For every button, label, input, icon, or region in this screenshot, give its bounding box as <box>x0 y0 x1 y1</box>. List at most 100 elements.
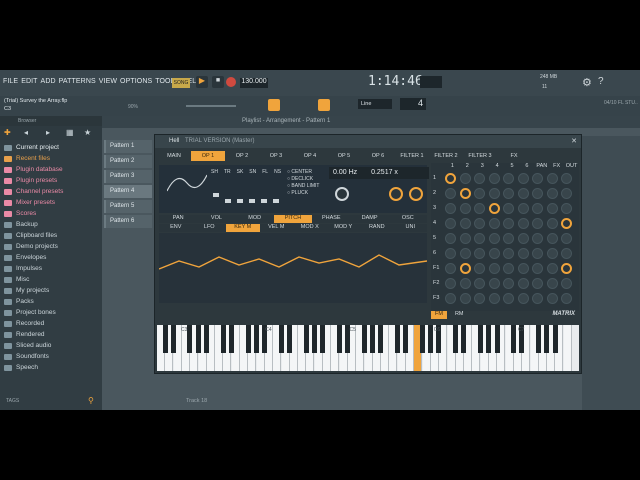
browser-item[interactable]: Soundfonts <box>4 351 100 362</box>
matrix-cell[interactable] <box>517 218 529 229</box>
matrix-cell[interactable] <box>546 203 558 214</box>
matrix-cell[interactable] <box>517 173 529 184</box>
mod-option[interactable]: ENV <box>159 224 193 232</box>
browser-item[interactable]: Demo projects <box>4 241 100 252</box>
matrix-cell[interactable] <box>488 263 500 274</box>
pe-knob[interactable] <box>409 187 423 201</box>
matrix-cell[interactable] <box>532 188 543 199</box>
playlist-right-grid[interactable] <box>582 136 640 410</box>
fm-button[interactable]: FM <box>431 311 447 319</box>
matrix-cell[interactable] <box>503 233 514 244</box>
stop-button[interactable]: ■ <box>212 76 224 88</box>
help-icon[interactable]: ? <box>598 76 604 87</box>
white-key[interactable] <box>563 325 572 371</box>
matrix-cell[interactable] <box>532 173 543 184</box>
mod-option[interactable]: MOD X <box>293 224 327 232</box>
menu-file[interactable]: FILE <box>3 78 18 85</box>
matrix-cell[interactable] <box>561 233 572 244</box>
matrix-cell[interactable] <box>532 233 543 244</box>
mod-option[interactable]: PHASE <box>312 215 351 223</box>
black-key[interactable] <box>453 325 458 353</box>
black-key[interactable] <box>552 325 558 353</box>
matrix-cell[interactable] <box>459 248 471 259</box>
black-key[interactable] <box>195 325 201 353</box>
matrix-knob[interactable] <box>561 263 572 274</box>
mod-option[interactable]: KEY M <box>226 224 260 232</box>
pattern-item[interactable]: Pattern 5 <box>104 200 152 213</box>
black-key[interactable] <box>419 325 425 353</box>
matrix-cell[interactable] <box>561 173 572 184</box>
matrix-cell[interactable] <box>459 233 471 244</box>
matrix-cell[interactable] <box>445 278 456 289</box>
mod-option[interactable]: RAND <box>360 224 394 232</box>
matrix-cell[interactable] <box>488 278 500 289</box>
black-key[interactable] <box>428 325 434 353</box>
matrix-cell[interactable] <box>503 173 514 184</box>
browser-item[interactable]: Speech <box>4 362 100 373</box>
plugin-tab[interactable]: FILTER 3 <box>463 151 497 161</box>
step-value[interactable]: 4 <box>400 98 426 110</box>
black-key[interactable] <box>511 325 517 353</box>
matrix-cell[interactable] <box>561 188 572 199</box>
matrix-cell[interactable] <box>503 278 514 289</box>
master-volume-slider[interactable] <box>186 105 236 107</box>
matrix-knob[interactable] <box>445 173 456 184</box>
matrix-cell[interactable] <box>474 188 485 199</box>
black-key[interactable] <box>245 325 251 353</box>
close-icon[interactable]: ✕ <box>571 137 577 145</box>
browser-item[interactable]: Sliced audio <box>4 340 100 351</box>
browser-folder-icon[interactable]: ▦ <box>66 128 74 137</box>
black-key[interactable] <box>486 325 492 353</box>
matrix-knob[interactable] <box>459 263 471 274</box>
browser-item[interactable]: Current project <box>4 142 100 153</box>
browser-item[interactable]: Plugin presets <box>4 175 100 186</box>
matrix-cell[interactable] <box>546 278 558 289</box>
modulation-curve[interactable] <box>158 233 428 303</box>
matrix-cell[interactable] <box>561 293 572 304</box>
mod-option[interactable]: PAN <box>159 215 198 223</box>
matrix-cell[interactable] <box>459 218 471 229</box>
pattern-item[interactable]: Pattern 2 <box>104 155 152 168</box>
browser-menu-icon[interactable]: ✚ <box>4 128 11 137</box>
option-toggle[interactable]: ○ BAND LIMIT <box>287 183 319 190</box>
black-key[interactable] <box>228 325 234 353</box>
snap-icon[interactable] <box>268 99 280 111</box>
browser-item[interactable]: Plugin database <box>4 164 100 175</box>
matrix-cell[interactable] <box>517 293 529 304</box>
black-key[interactable] <box>320 325 326 353</box>
matrix-cell[interactable] <box>474 233 485 244</box>
matrix-cell[interactable] <box>459 278 471 289</box>
matrix-cell[interactable] <box>517 203 529 214</box>
mode-select[interactable]: Line <box>358 99 392 109</box>
matrix-cell[interactable] <box>532 248 543 259</box>
black-key[interactable] <box>311 325 317 353</box>
mod-option[interactable]: MOD <box>235 215 274 223</box>
black-key[interactable] <box>378 325 384 353</box>
matrix-cell[interactable] <box>546 233 558 244</box>
browser-item[interactable]: Scores <box>4 208 100 219</box>
plugin-tab[interactable]: OP 4 <box>293 151 327 161</box>
mod-option[interactable]: LFO <box>192 224 226 232</box>
matrix-cell[interactable] <box>546 248 558 259</box>
option-toggle[interactable]: ○ CENTER <box>287 169 319 176</box>
song-toggle[interactable]: SONG <box>172 78 190 88</box>
pattern-item[interactable]: Pattern 6 <box>104 215 152 228</box>
matrix-cell[interactable] <box>561 203 572 214</box>
browser-item[interactable]: Rendered <box>4 329 100 340</box>
matrix-cell[interactable] <box>503 293 514 304</box>
black-key[interactable] <box>494 325 500 353</box>
black-key[interactable] <box>287 325 292 353</box>
black-key[interactable] <box>278 325 284 353</box>
matrix-cell[interactable] <box>517 278 529 289</box>
vol-knob[interactable] <box>389 187 403 201</box>
matrix-cell[interactable] <box>546 218 558 229</box>
matrix-cell[interactable] <box>488 188 500 199</box>
black-key[interactable] <box>336 325 342 353</box>
menu-options[interactable]: OPTIONS <box>120 78 152 85</box>
matrix-cell[interactable] <box>474 293 485 304</box>
menu-view[interactable]: VIEW <box>99 78 117 85</box>
rm-button[interactable]: RM <box>451 311 468 319</box>
black-key[interactable] <box>220 325 226 353</box>
matrix-cell[interactable] <box>445 293 456 304</box>
browser-item[interactable]: Impulses <box>4 263 100 274</box>
